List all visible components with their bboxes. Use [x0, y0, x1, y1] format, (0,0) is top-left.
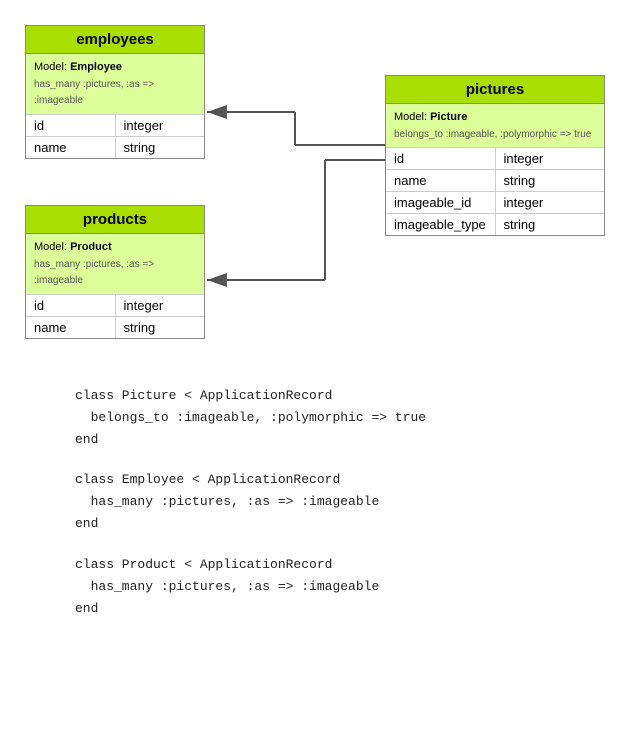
employees-row-1: name string — [26, 137, 204, 158]
products-header: products — [26, 206, 204, 234]
products-association: has_many :pictures, :as => :imageable — [34, 259, 154, 287]
pictures-cell-0-0: id — [386, 148, 496, 169]
pictures-cell-0-1: integer — [496, 148, 605, 169]
employees-model-name: Employee — [70, 61, 122, 73]
pictures-model-label: Model: — [394, 111, 430, 123]
code-line-employee-1: class Employee < ApplicationRecord — [75, 469, 566, 491]
pictures-cell-1-0: name — [386, 170, 496, 191]
table-products: products Model: Product has_many :pictur… — [25, 205, 205, 339]
pictures-info: Model: Picture belongs_to :imageable, :p… — [386, 104, 604, 148]
pictures-row-0: id integer — [386, 148, 604, 170]
products-cell-0-1: integer — [116, 295, 205, 316]
pictures-cell-3-1: string — [496, 214, 605, 235]
products-cell-0-0: id — [26, 295, 116, 316]
pictures-row-3: imageable_type string — [386, 214, 604, 235]
pictures-cell-1-1: string — [496, 170, 605, 191]
products-model-label: Model: — [34, 241, 70, 253]
pictures-cell-2-0: imageable_id — [386, 192, 496, 213]
employees-cell-1-0: name — [26, 137, 116, 158]
code-line-picture-2: belongs_to :imageable, :polymorphic => t… — [75, 407, 566, 429]
code-line-picture-3: end — [75, 429, 566, 451]
code-line-employee-2: has_many :pictures, :as => :imageable — [75, 491, 566, 513]
table-pictures: pictures Model: Picture belongs_to :imag… — [385, 75, 605, 236]
pictures-row-2: imageable_id integer — [386, 192, 604, 214]
employees-row-0: id integer — [26, 115, 204, 137]
products-info: Model: Product has_many :pictures, :as =… — [26, 234, 204, 295]
employees-cell-0-1: integer — [116, 115, 205, 136]
pictures-header: pictures — [386, 76, 604, 104]
code-block-product: class Product < ApplicationRecord has_ma… — [75, 554, 566, 620]
employees-association: has_many :pictures, :as => :imageable — [34, 79, 154, 107]
employees-header: employees — [26, 26, 204, 54]
code-line-product-3: end — [75, 598, 566, 620]
pictures-association: belongs_to :imageable, :polymorphic => t… — [394, 129, 591, 140]
products-cell-1-0: name — [26, 317, 116, 338]
products-row-0: id integer — [26, 295, 204, 317]
products-row-1: name string — [26, 317, 204, 338]
code-area: class Picture < ApplicationRecord belong… — [15, 375, 626, 648]
products-model-name: Product — [70, 241, 112, 253]
employees-info: Model: Employee has_many :pictures, :as … — [26, 54, 204, 115]
code-line-picture-1: class Picture < ApplicationRecord — [75, 385, 566, 407]
table-employees: employees Model: Employee has_many :pict… — [25, 25, 205, 159]
employees-cell-0-0: id — [26, 115, 116, 136]
code-line-product-2: has_many :pictures, :as => :imageable — [75, 576, 566, 598]
pictures-row-1: name string — [386, 170, 604, 192]
products-cell-1-1: string — [116, 317, 205, 338]
pictures-cell-3-0: imageable_type — [386, 214, 496, 235]
code-line-employee-3: end — [75, 513, 566, 535]
employees-model-label: Model: — [34, 61, 70, 73]
code-block-employee: class Employee < ApplicationRecord has_m… — [75, 469, 566, 535]
employees-cell-1-1: string — [116, 137, 205, 158]
code-line-product-1: class Product < ApplicationRecord — [75, 554, 566, 576]
pictures-model-name: Picture — [430, 111, 467, 123]
pictures-cell-2-1: integer — [496, 192, 605, 213]
diagram-area: employees Model: Employee has_many :pict… — [15, 15, 626, 355]
code-block-picture: class Picture < ApplicationRecord belong… — [75, 385, 566, 451]
